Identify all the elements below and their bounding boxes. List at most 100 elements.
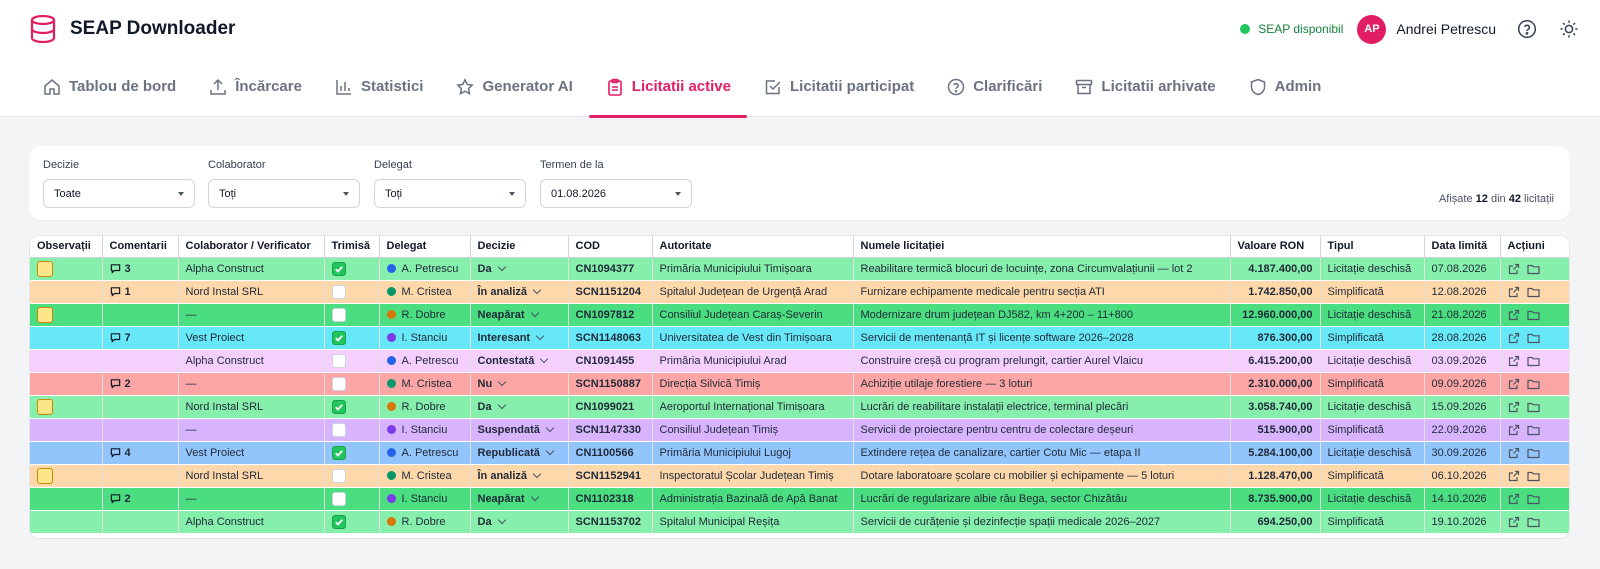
comments-cell[interactable]: 2	[102, 372, 179, 396]
col-autoritate[interactable]: Autoritate	[652, 236, 854, 258]
col-delegat[interactable]: Delegat	[379, 236, 471, 258]
brand[interactable]: SEAP Downloader	[30, 13, 235, 45]
folder-icon[interactable]	[1526, 516, 1540, 528]
external-link-icon[interactable]	[1508, 332, 1520, 344]
user-name[interactable]: Andrei Petrescu	[1396, 21, 1496, 37]
col-numele[interactable]: Numele licitației	[853, 236, 1231, 258]
comments-cell[interactable]: 4	[102, 441, 179, 465]
decision-dropdown[interactable]: Da	[478, 262, 561, 275]
tab-licitatii-participat[interactable]: Licitatii participat	[747, 56, 930, 117]
decision-dropdown[interactable]: Contestată	[478, 354, 561, 367]
folder-icon[interactable]	[1526, 470, 1540, 482]
comments-cell[interactable]	[102, 510, 179, 534]
observation-cell[interactable]	[30, 372, 103, 396]
comments-cell[interactable]: 3	[102, 257, 179, 281]
folder-icon[interactable]	[1526, 355, 1540, 367]
decision-cell[interactable]: Nu	[470, 372, 569, 396]
delegat-select[interactable]: Toți	[374, 179, 526, 208]
sent-checkbox[interactable]	[331, 261, 346, 276]
col-observatii[interactable]: Observații	[30, 236, 103, 258]
observation-cell[interactable]	[30, 257, 103, 281]
note-icon[interactable]	[37, 398, 53, 415]
folder-icon[interactable]	[1526, 424, 1540, 436]
decizie-select[interactable]: Toate	[43, 179, 195, 208]
external-link-icon[interactable]	[1508, 378, 1520, 390]
table-row[interactable]: 1 Nord Instal SRL M. Cristea În analiză SCN1…	[30, 280, 1569, 304]
comments-cell[interactable]	[102, 464, 179, 488]
sent-checkbox[interactable]	[331, 445, 346, 460]
decision-dropdown[interactable]: Interesant	[478, 331, 561, 344]
table-row[interactable]: Nord Instal SRL R. Dobre Da CN1099021 Aeropo…	[30, 395, 1569, 419]
sent-checkbox[interactable]	[331, 514, 346, 529]
table-row[interactable]: 3 Alpha Construct A. Petrescu Da CN1094377 Pr…	[30, 257, 1569, 281]
observation-cell[interactable]	[30, 441, 103, 465]
decision-cell[interactable]: Da	[470, 257, 569, 281]
termen-select[interactable]: 01.08.2026	[540, 179, 692, 208]
col-data-limita[interactable]: Data limită	[1424, 236, 1501, 258]
tab-admin[interactable]: Admin	[1232, 56, 1338, 117]
avatar[interactable]: AP	[1357, 14, 1387, 44]
observation-cell[interactable]	[30, 303, 103, 327]
table-row[interactable]: 2 — M. Cristea Nu SCN1150887 Direcția Silvică…	[30, 372, 1569, 396]
comments-cell[interactable]	[102, 395, 179, 419]
theme-sun-icon[interactable]	[1558, 18, 1580, 40]
sent-checkbox[interactable]	[331, 422, 346, 437]
comments-cell[interactable]: 7	[102, 326, 179, 350]
sent-checkbox[interactable]	[331, 376, 346, 391]
folder-icon[interactable]	[1526, 286, 1540, 298]
comments-cell[interactable]	[102, 349, 179, 373]
external-link-icon[interactable]	[1508, 516, 1520, 528]
colaborator-select[interactable]: Toți	[208, 179, 360, 208]
observation-cell[interactable]	[30, 280, 103, 304]
external-link-icon[interactable]	[1508, 447, 1520, 459]
tab-statistici[interactable]: Statistici	[318, 56, 440, 117]
decision-dropdown[interactable]: Neapărat	[478, 492, 561, 505]
col-tipul[interactable]: Tipul	[1320, 236, 1425, 258]
external-link-icon[interactable]	[1508, 263, 1520, 275]
folder-icon[interactable]	[1526, 263, 1540, 275]
sent-checkbox[interactable]	[331, 491, 346, 506]
sent-checkbox[interactable]	[331, 468, 346, 483]
folder-icon[interactable]	[1526, 309, 1540, 321]
decision-cell[interactable]: Republicată	[470, 441, 569, 465]
table-row[interactable]: 4 Vest Proiect A. Petrescu Republicată CN110…	[30, 441, 1569, 465]
comments-cell[interactable]	[102, 303, 179, 327]
external-link-icon[interactable]	[1508, 401, 1520, 413]
external-link-icon[interactable]	[1508, 493, 1520, 505]
tab-incarcare[interactable]: Încărcare	[192, 56, 318, 117]
external-link-icon[interactable]	[1508, 309, 1520, 321]
decision-cell[interactable]: Da	[470, 395, 569, 419]
decision-cell[interactable]: În analiză	[470, 464, 569, 488]
table-row[interactable]: 2 — I. Stanciu Neapărat CN1102318 Administraț…	[30, 487, 1569, 511]
table-row[interactable]: — R. Dobre Neapărat CN1097812 Consiliul Jude…	[30, 303, 1569, 327]
external-link-icon[interactable]	[1508, 424, 1520, 436]
tab-tablou-de-bord[interactable]: Tablou de bord	[26, 56, 192, 117]
decision-dropdown[interactable]: Republicată	[478, 446, 561, 459]
tab-clarificari[interactable]: Clarificări	[930, 56, 1058, 117]
observation-cell[interactable]	[30, 510, 103, 534]
decision-cell[interactable]: Suspendată	[470, 418, 569, 442]
folder-icon[interactable]	[1526, 447, 1540, 459]
tab-generator-ai[interactable]: Generator AI	[439, 56, 588, 117]
comments-cell[interactable]: 2	[102, 487, 179, 511]
observation-cell[interactable]	[30, 487, 103, 511]
folder-icon[interactable]	[1526, 493, 1540, 505]
col-decizie[interactable]: Decizie	[470, 236, 569, 258]
note-icon[interactable]	[37, 306, 53, 323]
decision-dropdown[interactable]: În analiză	[478, 285, 561, 298]
note-icon[interactable]	[37, 260, 53, 277]
note-icon[interactable]	[37, 467, 53, 484]
decision-cell[interactable]: Interesant	[470, 326, 569, 350]
tab-licitatii-active[interactable]: Licitatii active	[588, 56, 748, 118]
folder-icon[interactable]	[1526, 378, 1540, 390]
col-colaborator[interactable]: Colaborator / Verificator	[178, 236, 325, 258]
col-cod[interactable]: COD	[568, 236, 653, 258]
decision-dropdown[interactable]: Da	[478, 400, 561, 413]
observation-cell[interactable]	[30, 349, 103, 373]
external-link-icon[interactable]	[1508, 286, 1520, 298]
table-row[interactable]: Alpha Construct R. Dobre Da SCN1153702 Spita…	[30, 510, 1569, 534]
comments-cell[interactable]	[102, 418, 179, 442]
decision-cell[interactable]: Da	[470, 510, 569, 534]
observation-cell[interactable]	[30, 464, 103, 488]
observation-cell[interactable]	[30, 418, 103, 442]
